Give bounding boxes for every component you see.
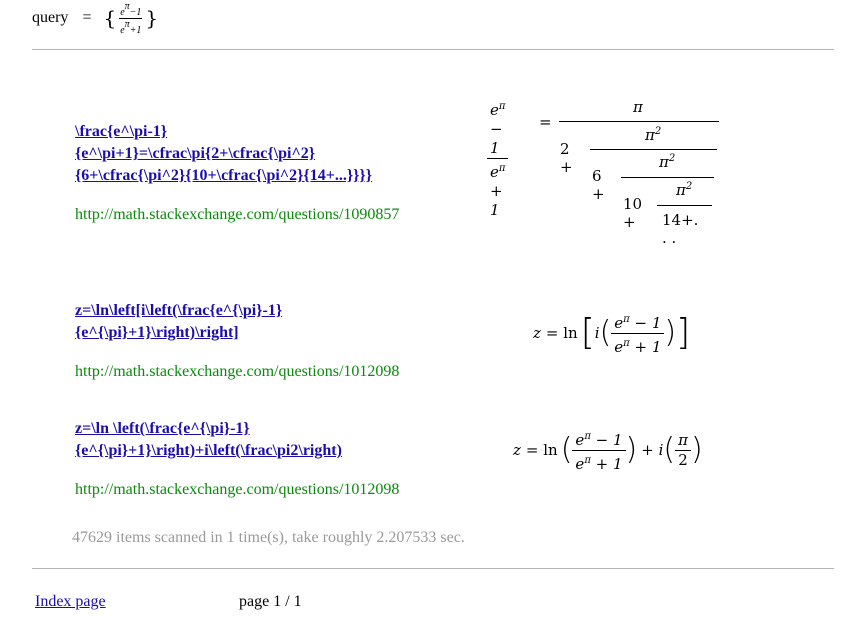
query-close-brace: } bbox=[145, 6, 159, 30]
formula-2-left-bracket: [ bbox=[580, 312, 595, 353]
formula-3-right-paren: ) bbox=[625, 432, 638, 467]
result-url-1: http://math.stackexchange.com/questions/… bbox=[75, 206, 400, 223]
query-label: query bbox=[32, 9, 69, 26]
formula-1-lhs-num: eπ − 1 bbox=[490, 101, 506, 157]
formula-3-plus-i: + i bbox=[641, 441, 664, 459]
formula-1-pi2-a: π2 bbox=[645, 126, 662, 144]
index-page-link[interactable]: Index page bbox=[35, 593, 106, 611]
formula-3-pi-over-2: π 2 bbox=[675, 431, 691, 470]
result-formula-2: z = ln [ i ( eπ − 1 eπ + 1 ) ] bbox=[533, 310, 691, 357]
formula-3-z: z bbox=[513, 441, 521, 459]
query-formula-numerator: eπ−1 bbox=[119, 0, 143, 19]
formula-3-den: eπ + 1 bbox=[572, 449, 626, 474]
formula-2-num: eπ − 1 bbox=[614, 313, 662, 332]
result-link-3[interactable]: z=\ln \left(\frac{e^{\pi}-1} {e^{\pi}+1}… bbox=[75, 418, 342, 462]
result-formula-3: z = ln ( eπ − 1 eπ + 1 ) + i ( π 2 ) bbox=[513, 427, 703, 474]
result-link-2[interactable]: z=\ln\left[i\left(\frac{e^{\pi}-1} {e^{\… bbox=[75, 300, 282, 344]
result-link-1-line-1: \frac{e^\pi-1} bbox=[75, 123, 168, 140]
formula-2-den: eπ + 1 bbox=[611, 332, 665, 357]
bottom-divider bbox=[32, 568, 834, 569]
formula-2-right-bracket: ] bbox=[676, 312, 691, 353]
result-link-1[interactable]: \frac{e^\pi-1} {e^\pi+1}=\cfrac\pi{2+\cf… bbox=[75, 121, 372, 187]
formula-3-pi: π bbox=[678, 430, 688, 449]
result-url-3: http://math.stackexchange.com/questions/… bbox=[75, 481, 400, 498]
result-link-2-line-2: {e^{\pi}+1}\right)\right] bbox=[75, 324, 239, 341]
formula-1-bar-4 bbox=[657, 205, 712, 206]
formula-2-z: z bbox=[533, 324, 541, 342]
formula-3-frac: eπ − 1 eπ + 1 bbox=[572, 427, 626, 474]
page-indicator: page 1 / 1 bbox=[239, 593, 302, 610]
formula-1-bar-2 bbox=[590, 149, 717, 150]
formula-3-right-paren-2: ) bbox=[690, 432, 703, 467]
formula-3-num: eπ − 1 bbox=[575, 430, 623, 449]
formula-2-right-paren: ) bbox=[664, 315, 677, 350]
formula-1-pi2-c: π2 bbox=[676, 181, 693, 199]
formula-2-left-paren: ( bbox=[599, 315, 612, 350]
formula-1-equals: = bbox=[539, 113, 552, 131]
formula-1-bar-1 bbox=[559, 121, 719, 122]
query-formula: eπ−1 eπ+1 bbox=[119, 0, 143, 36]
formula-3-left-paren-2: ( bbox=[663, 432, 676, 467]
formula-1-term-10: 10 + bbox=[623, 195, 643, 231]
formula-1-lhs: eπ − 1 eπ + 1 bbox=[487, 97, 509, 220]
scan-stats: 47629 items scanned in 1 time(s), take r… bbox=[72, 529, 465, 546]
formula-1-bar-3 bbox=[621, 177, 714, 178]
formula-1-term-2: 2 + bbox=[560, 140, 573, 176]
formula-1-term-6: 6 + bbox=[592, 167, 605, 203]
formula-1-lhs-den: eπ + 1 bbox=[487, 158, 509, 220]
query-open-brace: { bbox=[103, 6, 117, 30]
formula-2-eq-ln: = ln bbox=[545, 324, 578, 342]
formula-1-pi2-b: π2 bbox=[659, 153, 676, 171]
formula-3-two: 2 bbox=[675, 449, 691, 470]
formula-3-left-paren: ( bbox=[560, 432, 573, 467]
formula-1-pi: π bbox=[633, 98, 643, 116]
top-divider bbox=[32, 49, 834, 50]
result-link-3-line-1: z=\ln \left(\frac{e^{\pi}-1} bbox=[75, 420, 250, 437]
result-link-1-line-3: {6+\cfrac{\pi^2}{10+\cfrac{\pi^2}{14+...… bbox=[75, 167, 373, 184]
result-link-2-line-1: z=\ln\left[i\left(\frac{e^{\pi}-1} bbox=[75, 302, 283, 319]
result-url-2: http://math.stackexchange.com/questions/… bbox=[75, 363, 400, 380]
formula-3-eq-ln: = ln bbox=[525, 441, 558, 459]
result-link-3-line-2: {e^{\pi}+1}\right)+i\left(\frac\pi2\righ… bbox=[75, 442, 342, 459]
query-header: query = { eπ−1 eπ+1 } bbox=[32, 1, 159, 36]
formula-1-tail: 14+. . . bbox=[662, 211, 699, 247]
formula-2-frac: eπ − 1 eπ + 1 bbox=[611, 310, 665, 357]
query-formula-denominator: eπ+1 bbox=[120, 18, 142, 36]
result-link-1-line-2: {e^\pi+1}=\cfrac\pi{2+\cfrac{\pi^2} bbox=[75, 145, 316, 162]
query-equals: = bbox=[82, 9, 92, 26]
